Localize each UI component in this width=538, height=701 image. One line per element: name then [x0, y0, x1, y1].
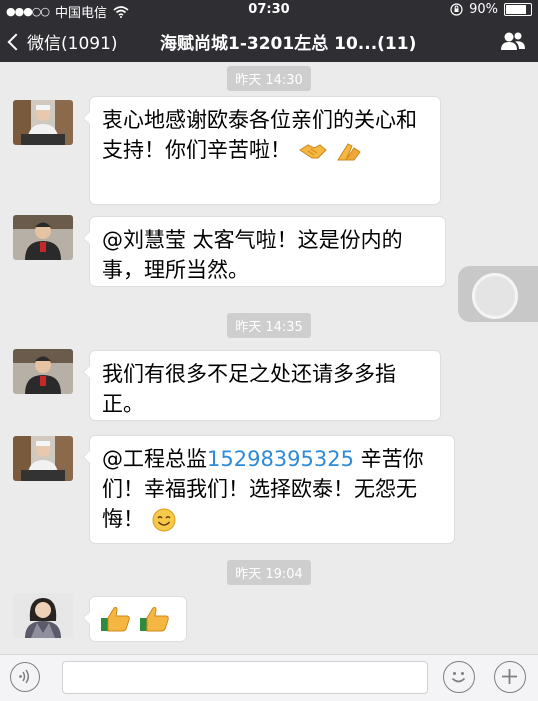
status-bar: ●●●○○ 中国电信 07:30 90% — [0, 0, 538, 21]
message-bubble[interactable]: 我们有很多不足之处还请多多指正。 — [83, 350, 441, 421]
message-bubble[interactable]: 衷心地感谢欧泰各位亲们的关心和支持！你们辛苦啦！ — [83, 96, 441, 205]
message-bubble[interactable]: @工程总监15298395325 辛苦你们！幸福我们！选择欧泰！无怨无悔！ — [83, 435, 455, 544]
plus-icon — [502, 669, 517, 684]
phone-number-link[interactable]: 15298395325 — [207, 447, 354, 471]
back-button[interactable]: 微信(1091) — [7, 29, 118, 54]
thumbs-up-icon — [139, 606, 169, 632]
message-bubble[interactable] — [83, 596, 187, 642]
smiling-face-icon — [152, 508, 176, 532]
rotation-lock-icon — [450, 3, 463, 16]
battery-icon — [504, 3, 532, 16]
avatar[interactable] — [13, 436, 73, 481]
input-bar — [0, 654, 538, 701]
nav-bar: 微信(1091) 海赋尚城1-3201左总 10...(11) — [0, 20, 538, 62]
more-options-button[interactable] — [494, 661, 526, 693]
voice-icon — [19, 669, 29, 684]
back-label: 微信(1091) — [27, 34, 118, 54]
timestamp: 昨天 14:35 — [0, 313, 538, 338]
handshake-icon — [298, 144, 327, 159]
thumbs-up-icon — [101, 606, 130, 632]
message-bubble[interactable]: @刘慧莹 太客气啦！这是份内的事，理所当然。 — [83, 216, 446, 287]
voice-input-button[interactable] — [10, 662, 40, 692]
avatar[interactable] — [13, 215, 73, 260]
battery-percent: 90% — [469, 2, 498, 17]
chevron-left-icon — [7, 33, 25, 50]
timestamp: 昨天 19:04 — [0, 560, 538, 585]
praying-hands-icon — [337, 143, 362, 161]
chat-title: 海赋尚城1-3201左总 10...(11) — [160, 34, 417, 54]
message-input[interactable] — [62, 661, 428, 694]
avatar[interactable] — [13, 100, 73, 145]
emoji-button[interactable] — [443, 661, 475, 693]
avatar[interactable] — [13, 349, 73, 394]
smiley-icon — [451, 672, 466, 683]
timestamp: 昨天 14:30 — [0, 66, 538, 91]
group-members-icon[interactable] — [500, 31, 526, 51]
avatar[interactable] — [13, 593, 73, 638]
chat-area[interactable]: 昨天 14:30 衷心地感谢欧泰各位亲们的关心和支持！你们辛苦啦！ @刘慧莹 太… — [0, 62, 538, 654]
